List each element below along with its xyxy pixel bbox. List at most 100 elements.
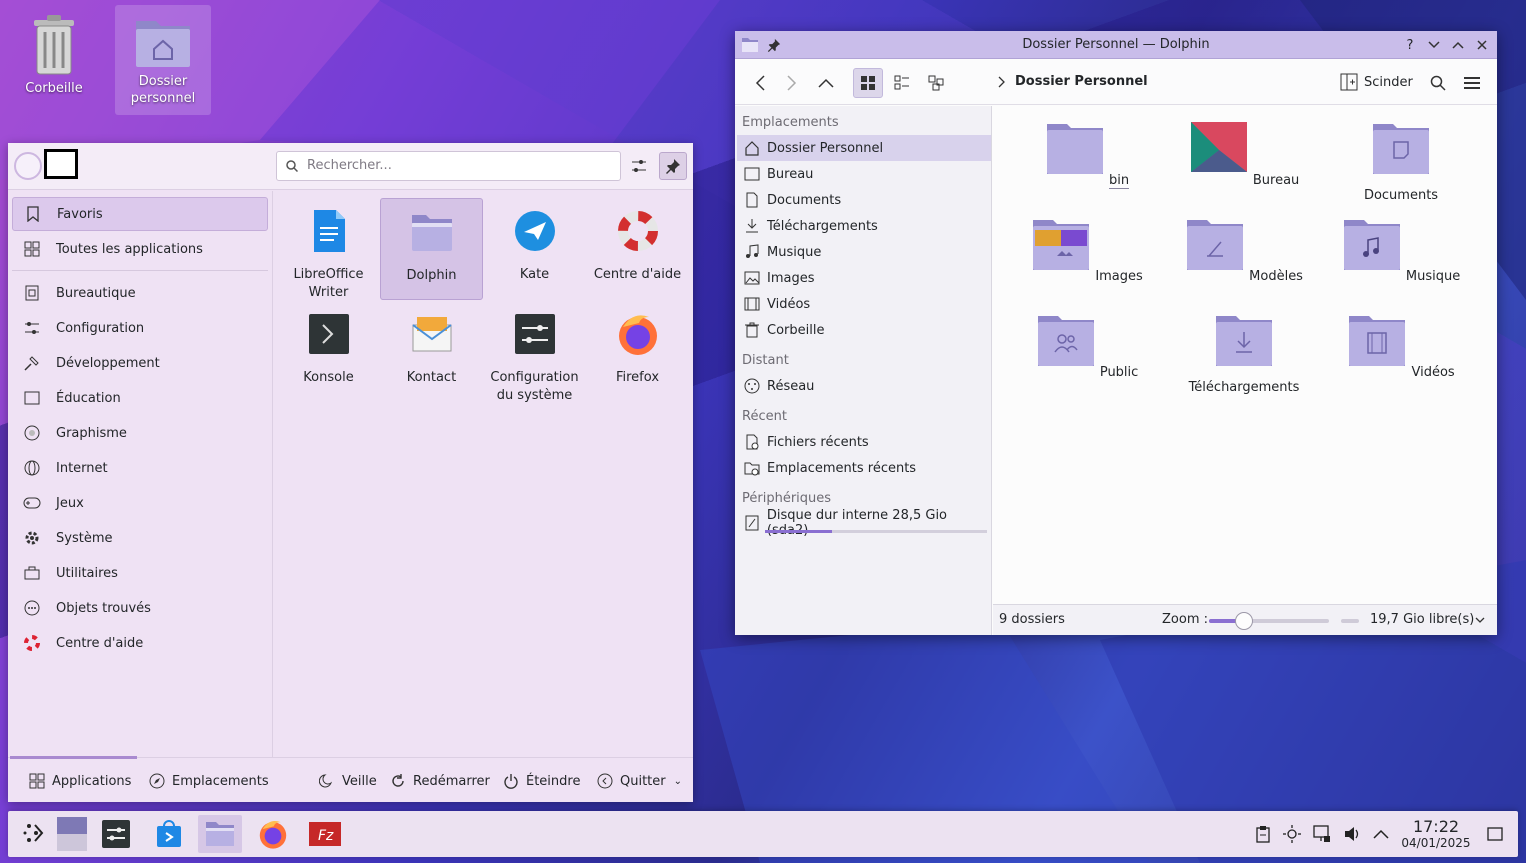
tab-places[interactable]: Emplacements: [148, 772, 269, 790]
category-system[interactable]: Système: [12, 521, 268, 555]
search-icon: [286, 160, 298, 172]
app-firefox[interactable]: Firefox: [586, 301, 689, 403]
up-button[interactable]: [811, 68, 841, 98]
details-view-button[interactable]: [921, 68, 951, 98]
app-system-settings[interactable]: Configuration du système: [483, 301, 586, 403]
task-firefox[interactable]: [251, 815, 295, 853]
digital-clock[interactable]: 17:22 04/01/2025: [1396, 818, 1476, 851]
music-icon: [743, 243, 761, 261]
task-discover[interactable]: [147, 815, 191, 853]
category-graphics[interactable]: Graphisme: [12, 416, 268, 450]
category-education[interactable]: Éducation: [12, 381, 268, 415]
window-titlebar[interactable]: Dossier Personnel — Dolphin ?: [735, 31, 1497, 59]
category-help-center[interactable]: Centre d'aide: [12, 626, 268, 660]
category-label: Jeux: [56, 495, 84, 511]
place-pictures[interactable]: Images: [737, 265, 991, 291]
minimize-button[interactable]: [1425, 36, 1443, 54]
folder-item[interactable]: Documents: [1336, 120, 1466, 203]
tray-expander[interactable]: [1370, 823, 1392, 845]
up-icon: [818, 78, 834, 88]
place-home[interactable]: Dossier Personnel: [737, 135, 991, 161]
place-label: Fichiers récents: [767, 434, 869, 450]
volume-tray[interactable]: [1341, 823, 1363, 845]
free-space-label[interactable]: 19,7 Gio libre(s): [1370, 612, 1474, 627]
task-filezilla[interactable]: Fz: [303, 815, 347, 853]
place-documents[interactable]: Documents: [737, 187, 991, 213]
pin-icon: [666, 159, 680, 174]
sleep-button[interactable]: Veille: [318, 772, 377, 790]
desktop-home-folder[interactable]: Dossier personnel: [115, 5, 211, 115]
category-office[interactable]: Bureautique: [12, 276, 268, 310]
forward-button[interactable]: [777, 68, 807, 98]
folder-item[interactable]: Musique: [1336, 216, 1466, 284]
brightness-tray[interactable]: [1281, 823, 1303, 845]
place-trash[interactable]: Corbeille: [737, 317, 991, 343]
quit-button[interactable]: Quitter ⌄: [596, 772, 682, 790]
close-button[interactable]: [1473, 36, 1491, 54]
split-button[interactable]: Scinder: [1340, 73, 1413, 91]
compact-view-button[interactable]: [887, 68, 917, 98]
pager-button[interactable]: [50, 815, 94, 853]
task-dolphin[interactable]: [198, 815, 242, 853]
avatar[interactable]: [14, 152, 42, 180]
app-kontact[interactable]: Kontact: [380, 301, 483, 403]
category-lost-found[interactable]: Objets trouvés: [12, 591, 268, 625]
search-button[interactable]: [1423, 68, 1453, 98]
place-network[interactable]: Réseau: [737, 373, 991, 399]
chevron-down-icon[interactable]: [1475, 617, 1485, 625]
clipboard-tray[interactable]: [1252, 823, 1274, 845]
place-videos[interactable]: Vidéos: [737, 291, 991, 317]
category-internet[interactable]: Internet: [12, 451, 268, 485]
back-button[interactable]: [745, 68, 775, 98]
icons-view-button[interactable]: [853, 68, 883, 98]
folder-item[interactable]: bin: [1022, 120, 1152, 189]
file-view[interactable]: bin Bureau Documents Images Modèles Musi…: [993, 106, 1497, 604]
pin-button[interactable]: [659, 152, 687, 180]
task-system-settings[interactable]: [94, 815, 138, 853]
search-input[interactable]: Rechercher...: [276, 151, 621, 181]
desktop-trash[interactable]: Corbeille: [6, 8, 102, 108]
app-help-center[interactable]: Centre d'aide: [586, 198, 689, 300]
breadcrumb[interactable]: Dossier Personnel: [997, 74, 1148, 89]
category-development[interactable]: Développement: [12, 346, 268, 380]
network-tray[interactable]: [1311, 823, 1333, 845]
category-utilities[interactable]: Utilitaires: [12, 556, 268, 590]
place-downloads[interactable]: Téléchargements: [737, 213, 991, 239]
folder-item[interactable]: Téléchargements: [1179, 312, 1309, 395]
category-label: Toutes les applications: [56, 241, 203, 257]
app-dolphin[interactable]: Dolphin: [380, 198, 483, 300]
restart-button[interactable]: Redémarrer: [389, 772, 490, 790]
category-settings[interactable]: Configuration: [12, 311, 268, 345]
folder-item[interactable]: Images: [1022, 216, 1152, 284]
folder-item[interactable]: Public: [1022, 312, 1152, 380]
help-button[interactable]: ?: [1401, 36, 1419, 54]
show-desktop-button[interactable]: [1484, 823, 1506, 845]
place-recent-locations[interactable]: Emplacements récents: [737, 455, 991, 481]
zoom-slider-handle[interactable]: [1235, 612, 1253, 630]
menu-button[interactable]: [1457, 68, 1487, 98]
desktop-home-label-2: personnel: [130, 91, 196, 106]
lifebuoy-icon: [617, 211, 658, 251]
place-music[interactable]: Musique: [737, 239, 991, 265]
app-kate[interactable]: Kate: [483, 198, 586, 300]
folder-item[interactable]: Bureau: [1179, 120, 1309, 188]
user-name-box[interactable]: [44, 149, 78, 179]
folder-item[interactable]: Vidéos: [1336, 312, 1466, 380]
app-libreoffice-writer[interactable]: LibreOffice Writer: [277, 198, 380, 300]
place-desktop[interactable]: Bureau: [737, 161, 991, 187]
folder-item[interactable]: Modèles: [1179, 216, 1309, 284]
place-label: Réseau: [767, 378, 815, 394]
category-favorites[interactable]: Favoris: [12, 197, 268, 231]
category-games[interactable]: Jeux: [12, 486, 268, 520]
place-recent-files[interactable]: Fichiers récents: [737, 429, 991, 455]
app-konsole[interactable]: Konsole: [277, 301, 380, 403]
shutdown-button[interactable]: Éteindre: [502, 772, 580, 790]
settings-sliders-icon: [22, 318, 42, 338]
category-all-apps[interactable]: Toutes les applications: [12, 232, 268, 266]
clock-date: 04/01/2025: [1401, 836, 1471, 850]
firefox-icon: [618, 315, 657, 355]
configure-button[interactable]: [625, 152, 653, 180]
maximize-button[interactable]: [1449, 36, 1467, 54]
tab-applications[interactable]: Applications: [28, 772, 131, 790]
launcher-footer: Applications Emplacements Veille Redémar…: [8, 756, 693, 802]
